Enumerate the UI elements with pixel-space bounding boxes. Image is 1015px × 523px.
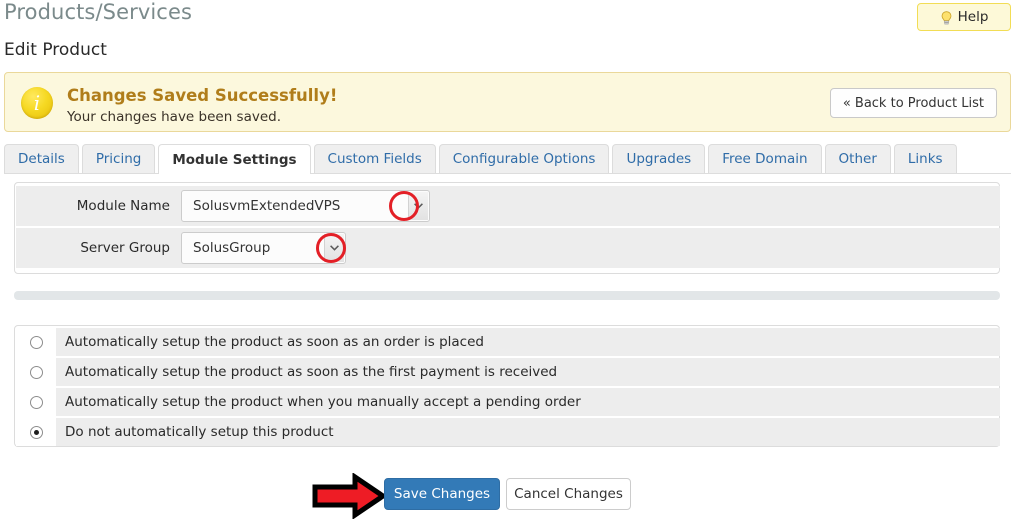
- annotation-arrow-save: [311, 472, 388, 523]
- module-name-select[interactable]: SolusvmExtendedVPS: [181, 190, 430, 222]
- tab-other[interactable]: Other: [824, 144, 891, 173]
- tab-bar: Details Pricing Module Settings Custom Fiel…: [4, 144, 1011, 174]
- chevron-down-icon[interactable]: [408, 192, 428, 220]
- setup-option-label: Automatically setup the product when you…: [56, 388, 1000, 416]
- server-group-select[interactable]: SolusGroup: [181, 232, 346, 264]
- setup-option-label: Automatically setup the product as soon …: [56, 328, 1000, 356]
- server-group-label: Server Group: [80, 240, 170, 256]
- help-button[interactable]: Help: [917, 3, 1011, 31]
- form-row-module-name: Module Name SolusvmExtendedVPS: [16, 186, 1000, 226]
- radio-checked-icon[interactable]: [29, 425, 43, 439]
- cancel-changes-button[interactable]: Cancel Changes: [506, 478, 631, 510]
- tab-links[interactable]: Links: [893, 144, 957, 173]
- module-name-value: SolusvmExtendedVPS: [193, 198, 341, 214]
- setup-option-label: Do not automatically setup this product: [56, 418, 1000, 446]
- tab-module-settings[interactable]: Module Settings: [158, 144, 311, 174]
- edit-product-page: Products/Services Edit Product Help Chan…: [0, 0, 1015, 523]
- alert-message: Your changes have been saved.: [67, 109, 282, 125]
- form-row-server-group: Server Group SolusGroup: [16, 228, 1000, 268]
- page-title: Products/Services: [4, 0, 193, 24]
- back-to-product-list-button[interactable]: « Back to Product List: [829, 88, 997, 118]
- section-divider: [14, 291, 1000, 300]
- module-name-label: Module Name: [76, 198, 170, 214]
- server-group-value: SolusGroup: [193, 240, 271, 256]
- radio-unchecked-icon[interactable]: [29, 395, 43, 409]
- setup-option-radio[interactable]: [16, 358, 56, 386]
- setup-option-radio[interactable]: [16, 388, 56, 416]
- alert-title: Changes Saved Successfully!: [67, 86, 338, 105]
- auto-setup-options-panel: Automatically setup the product as soon …: [14, 325, 1000, 447]
- setup-option-radio[interactable]: [16, 418, 56, 446]
- setup-option-row[interactable]: Automatically setup the product as soon …: [16, 328, 1000, 356]
- tab-free-domain[interactable]: Free Domain: [708, 144, 822, 173]
- setup-option-row[interactable]: Do not automatically setup this product: [16, 418, 1000, 446]
- chevron-down-icon[interactable]: [324, 234, 344, 262]
- success-alert: Changes Saved Successfully! Your changes…: [4, 72, 1011, 132]
- tab-custom-fields[interactable]: Custom Fields: [313, 144, 436, 173]
- radio-unchecked-icon[interactable]: [29, 365, 43, 379]
- save-changes-button[interactable]: Save Changes: [384, 478, 500, 510]
- info-circle-icon: [21, 87, 53, 119]
- tab-pricing[interactable]: Pricing: [81, 144, 156, 173]
- page-subtitle: Edit Product: [4, 40, 107, 60]
- tab-configurable-options[interactable]: Configurable Options: [438, 144, 610, 173]
- lightbulb-icon: [940, 10, 953, 25]
- setup-option-label: Automatically setup the product as soon …: [56, 358, 1000, 386]
- module-settings-panel: Module Name SolusvmExtendedVPS Server Gr…: [14, 182, 1000, 274]
- setup-option-radio[interactable]: [16, 328, 56, 356]
- tab-upgrades[interactable]: Upgrades: [612, 144, 706, 173]
- tab-details[interactable]: Details: [4, 144, 79, 173]
- setup-option-row[interactable]: Automatically setup the product as soon …: [16, 358, 1000, 386]
- radio-unchecked-icon[interactable]: [29, 335, 43, 349]
- setup-option-row[interactable]: Automatically setup the product when you…: [16, 388, 1000, 416]
- help-button-label: Help: [957, 9, 989, 25]
